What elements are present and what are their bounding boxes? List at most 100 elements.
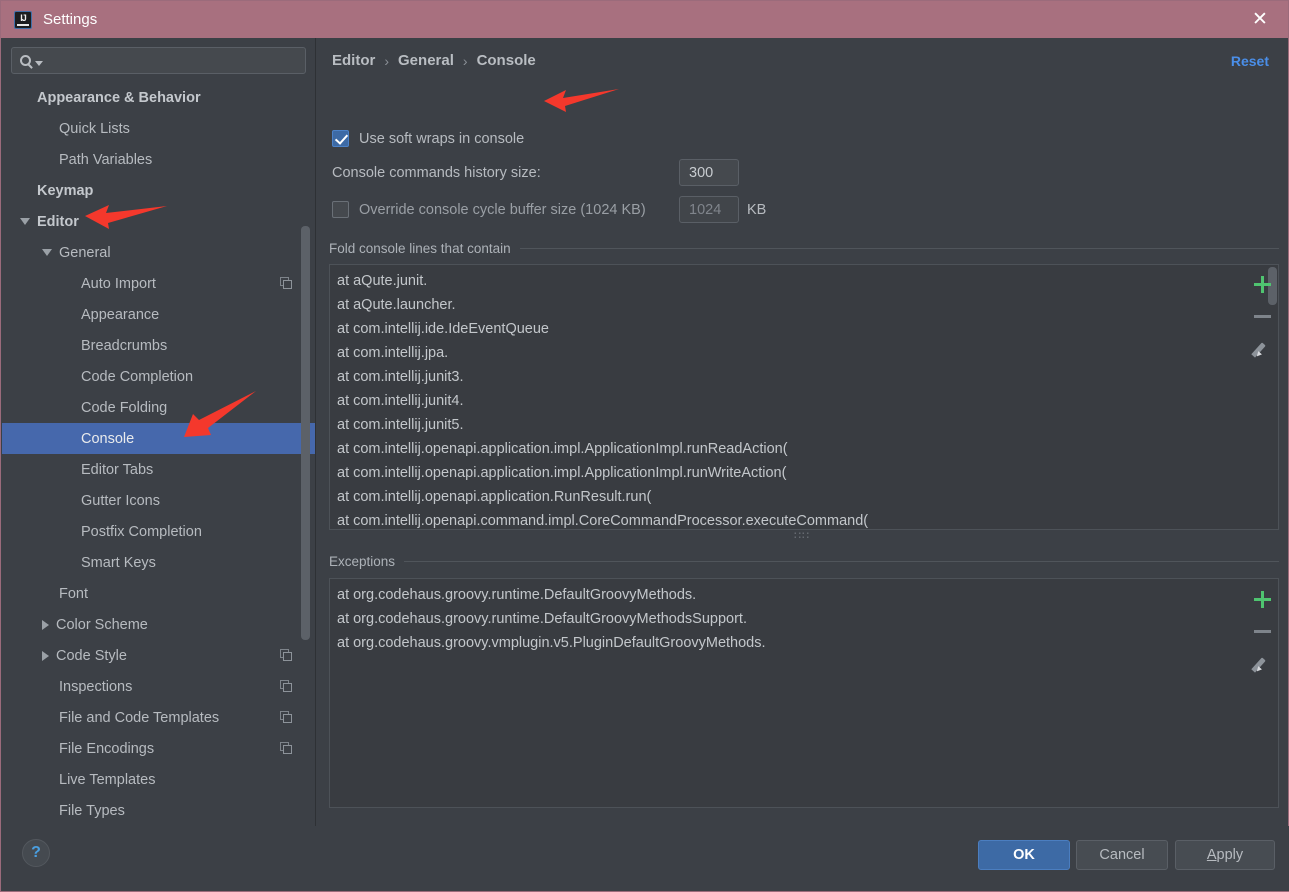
chevron-down-icon[interactable] xyxy=(42,249,52,256)
title-bar: Settings ✕ xyxy=(1,1,1288,38)
panel-splitter[interactable]: ∷∷ xyxy=(317,530,1287,542)
copy-icon[interactable] xyxy=(280,742,293,755)
chevron-down-icon[interactable] xyxy=(20,218,30,225)
list-item[interactable]: at com.intellij.junit4. xyxy=(330,389,1278,413)
copy-icon[interactable] xyxy=(280,649,293,662)
sidebar-item-file-encodings[interactable]: File Encodings xyxy=(2,733,315,764)
sidebar-item-path-variables[interactable]: Path Variables xyxy=(2,144,315,175)
override-buffer-checkbox[interactable] xyxy=(332,201,349,218)
sidebar-item-appearance[interactable]: Appearance xyxy=(2,299,315,330)
history-size-input[interactable]: 300 xyxy=(679,159,739,186)
list-item[interactable]: at com.intellij.openapi.application.RunR… xyxy=(330,485,1278,509)
list-item[interactable]: at com.intellij.openapi.application.impl… xyxy=(330,461,1278,485)
apply-rest: pply xyxy=(1216,847,1244,863)
plus-icon xyxy=(1253,590,1271,608)
exceptions-list[interactable]: at org.codehaus.groovy.runtime.DefaultGr… xyxy=(329,578,1279,808)
sidebar-item-console[interactable]: Console xyxy=(2,423,315,454)
sidebar-item-editor-tabs[interactable]: Editor Tabs xyxy=(2,454,315,485)
breadcrumb-item-general[interactable]: General xyxy=(398,52,454,69)
sidebar-item-inspections[interactable]: Inspections xyxy=(2,671,315,702)
sidebar-item-label: Path Variables xyxy=(59,151,153,168)
use-soft-wraps-checkbox[interactable] xyxy=(332,130,349,147)
sidebar-item-code-completion[interactable]: Code Completion xyxy=(2,361,315,392)
sidebar-item-label: Breadcrumbs xyxy=(81,337,168,354)
copy-icon[interactable] xyxy=(280,680,293,693)
sidebar-item-postfix-completion[interactable]: Postfix Completion xyxy=(2,516,315,547)
copy-icon[interactable] xyxy=(280,277,293,290)
sidebar-item-label: Editor Tabs xyxy=(81,461,154,478)
sidebar-item-code-folding[interactable]: Code Folding xyxy=(2,392,315,423)
sidebar-item-smart-keys[interactable]: Smart Keys xyxy=(2,547,315,578)
list-item[interactable]: at com.intellij.junit3. xyxy=(330,365,1278,389)
sidebar-item-font[interactable]: Font xyxy=(2,578,315,609)
apply-button[interactable]: Apply xyxy=(1175,840,1275,870)
sidebar-item-general[interactable]: General xyxy=(2,237,315,268)
sidebar-item-keymap[interactable]: Keymap xyxy=(2,175,315,206)
exceptions-add-button[interactable] xyxy=(1243,583,1281,615)
breadcrumb-separator: › xyxy=(384,52,390,69)
list-item[interactable]: at com.intellij.junit5. xyxy=(330,413,1278,437)
settings-dialog: Settings ✕ Appearance & Behavior Quick Li… xyxy=(0,0,1289,892)
plus-icon xyxy=(1253,275,1271,293)
fold-group-rule xyxy=(519,248,1279,249)
list-item[interactable]: at com.intellij.ide.IdeEventQueue xyxy=(330,317,1278,341)
override-buffer-unit: KB xyxy=(747,202,767,218)
override-buffer-row[interactable]: Override console cycle buffer size (1024… xyxy=(332,201,646,218)
copy-icon[interactable] xyxy=(280,711,293,724)
search-input[interactable] xyxy=(11,47,306,74)
sidebar-item-color-scheme[interactable]: Color Scheme xyxy=(2,609,315,640)
exceptions-edit-button[interactable] xyxy=(1243,647,1281,679)
breadcrumb-item-console[interactable]: Console xyxy=(477,52,536,69)
sidebar-item-label: Inspections xyxy=(59,678,133,695)
history-size-label: Console commands history size: xyxy=(332,165,541,181)
settings-tree[interactable]: Appearance & Behavior Quick Lists Path Var… xyxy=(2,82,315,826)
fold-console-lines-list[interactable]: at aQute.junit. at aQute.launcher. at com.… xyxy=(329,264,1279,530)
sidebar-item-gutter-icons[interactable]: Gutter Icons xyxy=(2,485,315,516)
list-item[interactable]: at org.codehaus.groovy.runtime.DefaultGr… xyxy=(330,583,1278,607)
breadcrumb-item-editor[interactable]: Editor xyxy=(332,52,375,69)
sidebar-item-auto-import[interactable]: Auto Import xyxy=(2,268,315,299)
sidebar-item-appearance-behavior[interactable]: Appearance & Behavior xyxy=(2,82,315,113)
sidebar-item-live-templates[interactable]: Live Templates xyxy=(2,764,315,795)
override-buffer-input[interactable]: 1024 xyxy=(679,196,739,223)
list-item[interactable]: at aQute.launcher. xyxy=(330,293,1278,317)
sidebar-item-file-and-code-templates[interactable]: File and Code Templates xyxy=(2,702,315,733)
sidebar-item-quick-lists[interactable]: Quick Lists xyxy=(2,113,315,144)
fold-add-button[interactable] xyxy=(1243,268,1281,300)
settings-main-panel: Editor › General › Console Reset Use soft wr… xyxy=(317,38,1287,826)
cancel-button[interactable]: Cancel xyxy=(1076,840,1168,870)
chevron-right-icon[interactable] xyxy=(42,619,49,630)
list-item[interactable]: at com.intellij.openapi.application.impl… xyxy=(330,437,1278,461)
exceptions-remove-button[interactable] xyxy=(1243,615,1281,647)
list-item[interactable]: at org.codehaus.groovy.vmplugin.v5.Plugi… xyxy=(330,631,1278,655)
sidebar-scrollbar-thumb[interactable] xyxy=(301,226,310,640)
reset-link[interactable]: Reset xyxy=(1231,53,1269,69)
ok-button[interactable]: OK xyxy=(978,840,1070,870)
chevron-right-icon[interactable] xyxy=(42,650,49,661)
list-item[interactable]: at com.intellij.jpa. xyxy=(330,341,1278,365)
list-item[interactable]: at com.intellij.openapi.command.impl.Cor… xyxy=(330,509,1278,529)
sidebar-item-code-style[interactable]: Code Style xyxy=(2,640,315,671)
sidebar-item-label: Auto Import xyxy=(81,275,156,292)
list-item[interactable]: at org.codehaus.groovy.runtime.DefaultGr… xyxy=(330,607,1278,631)
sidebar-item-breadcrumbs[interactable]: Breadcrumbs xyxy=(2,330,315,361)
list-item[interactable]: at aQute.junit. xyxy=(330,269,1278,293)
fold-lines-container: at aQute.junit. at aQute.launcher. at com.… xyxy=(330,265,1278,529)
sidebar-item-editor[interactable]: Editor xyxy=(2,206,315,237)
fold-remove-button[interactable] xyxy=(1243,300,1281,332)
fold-group-label: Fold console lines that contain xyxy=(329,241,511,256)
search-icon xyxy=(20,55,31,66)
close-icon[interactable]: ✕ xyxy=(1238,4,1282,35)
sidebar-item-label: Code Style xyxy=(56,647,127,664)
sidebar-item-label: File and Code Templates xyxy=(59,709,220,726)
exception-lines-container: at org.codehaus.groovy.runtime.DefaultGr… xyxy=(330,579,1278,655)
sidebar-item-label: Editor xyxy=(37,213,79,230)
sidebar-item-file-types[interactable]: File Types xyxy=(2,795,315,826)
minus-icon xyxy=(1253,629,1271,633)
exceptions-list-toolbar xyxy=(1243,583,1281,679)
fold-edit-button[interactable] xyxy=(1243,332,1281,364)
minus-icon xyxy=(1253,314,1271,318)
use-soft-wraps-row[interactable]: Use soft wraps in console xyxy=(332,130,524,147)
sidebar-item-label: Keymap xyxy=(37,182,94,199)
help-button[interactable]: ? xyxy=(22,839,50,867)
